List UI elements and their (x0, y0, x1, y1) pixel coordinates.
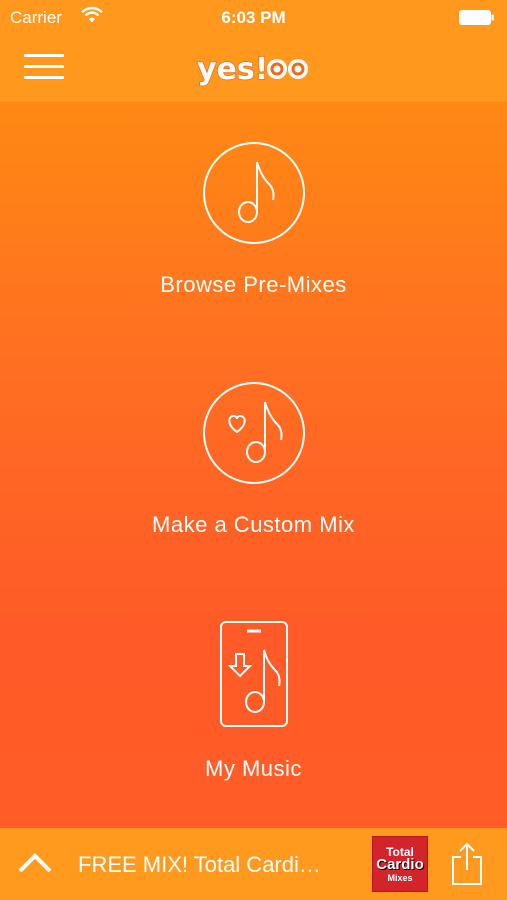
promo-text[interactable]: FREE MIX! Total Cardi… (78, 852, 321, 878)
browse-pre-mixes-button[interactable]: Browse Pre-Mixes (0, 140, 507, 298)
music-note-circle-icon (202, 142, 305, 244)
status-time: 6:03 PM (221, 8, 286, 27)
share-icon[interactable] (450, 842, 484, 886)
nav-bar: yes! (0, 36, 507, 102)
heart-music-note-circle-icon (202, 382, 305, 484)
status-bar: Carrier 6:03 PM (0, 0, 507, 36)
promo-bar: FREE MIX! Total Cardi… Total Cardio Mixe… (0, 828, 507, 900)
album-art-line3: Mixes (387, 873, 413, 883)
make-custom-mix-button[interactable]: Make a Custom Mix (0, 380, 507, 538)
yesco-logo: yes! (196, 51, 308, 88)
make-custom-mix-label: Make a Custom Mix (152, 512, 355, 537)
album-art-thumbnail[interactable]: Total Cardio Mixes (372, 836, 428, 892)
hamburger-menu-icon[interactable] (24, 54, 64, 84)
my-music-button[interactable]: My Music (0, 620, 507, 782)
phone-download-music-icon (219, 621, 288, 727)
battery-icon (459, 10, 494, 25)
svg-text:yes!: yes! (197, 52, 268, 87)
my-music-label: My Music (205, 756, 302, 781)
album-art-line2: Cardio (376, 856, 424, 873)
browse-pre-mixes-label: Browse Pre-Mixes (160, 272, 347, 297)
chevron-up-icon[interactable] (16, 848, 54, 878)
